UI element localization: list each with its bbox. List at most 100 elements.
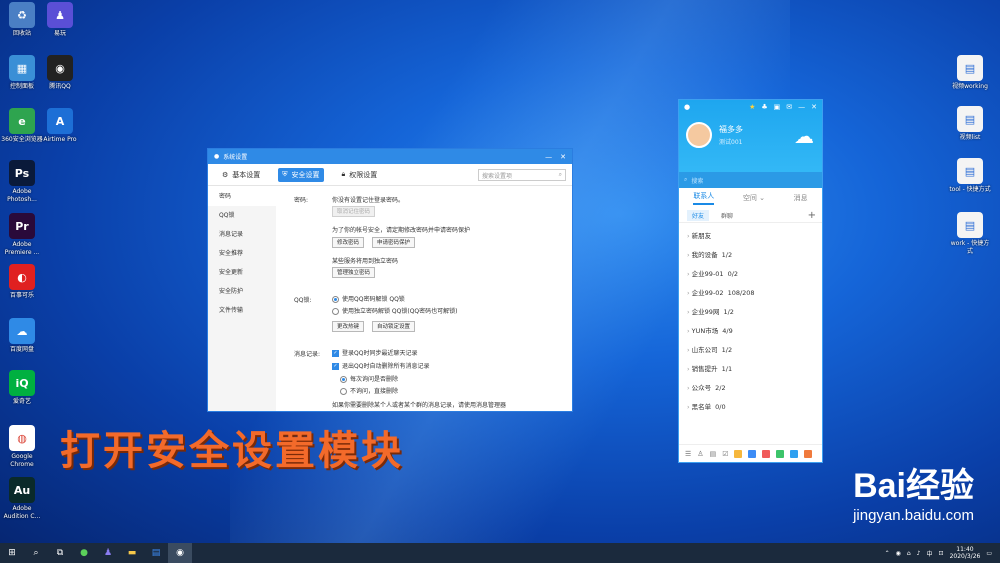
volume-icon[interactable]: ♪ <box>917 550 921 557</box>
contact-group[interactable]: › 黑名单 0/0 <box>679 398 822 417</box>
baidu-watermark: Bai经验 jingyan.baidu.com <box>853 458 974 524</box>
contact-group[interactable]: › 企业99-01 0/2 <box>679 265 822 284</box>
change-hotkey-button[interactable]: 更改热键 <box>332 321 365 332</box>
app-tile-icon[interactable] <box>762 449 771 458</box>
sidebar-item-qqlock[interactable]: QQ锁 <box>208 206 276 225</box>
close-button[interactable]: ✕ <box>560 153 566 161</box>
minimize-button[interactable]: — <box>545 153 552 161</box>
tab-space[interactable]: 空间 ⌄ <box>743 193 765 203</box>
task-view-icon[interactable]: ⧉ <box>48 543 72 563</box>
network-icon[interactable]: ⌂ <box>907 550 911 557</box>
tab-basic[interactable]: ⚙ 基本设置 <box>218 168 264 182</box>
contact-group[interactable]: › 新朋友 <box>679 227 822 246</box>
taskbar-qq-icon[interactable]: ◉ <box>168 543 192 563</box>
contact-group[interactable]: › 企业99-02 108/208 <box>679 284 822 303</box>
taskbar-app-360-icon[interactable]: ● <box>72 543 96 563</box>
contact-group[interactable]: › 企业99网 1/2 <box>679 303 822 322</box>
desktop-icon[interactable]: Ps Adobe Photosh... <box>0 160 44 204</box>
desktop-shortcut[interactable]: ▤ tool - 快捷方式 <box>948 158 992 194</box>
group-name: 我的设备 <box>691 251 718 259</box>
subtab-groups[interactable]: 群聊 <box>721 211 733 220</box>
msg-sub-1[interactable]: 每次询问是否删除 <box>340 374 398 383</box>
folder-icon[interactable]: ▤ <box>710 450 717 458</box>
msg-option-1[interactable]: ✓ 登录QQ时同步最近聊天记录 <box>332 348 417 357</box>
app-icon: ◍ <box>9 425 35 451</box>
lock-label: QQ锁: <box>294 297 312 304</box>
search-icon[interactable]: ⌕ <box>24 543 48 563</box>
start-button[interactable]: ⊞ <box>0 543 24 563</box>
subtab-friends[interactable]: 好友 <box>687 209 710 221</box>
avatar[interactable] <box>686 122 712 148</box>
app-tile-icon[interactable] <box>804 449 813 458</box>
sidebar-item-history[interactable]: 消息记录 <box>208 225 276 244</box>
cancel-remember-button[interactable]: 取消记住密码 <box>332 206 376 217</box>
weather-cloud-icon[interactable]: ☁ <box>794 124 814 148</box>
sidebar-item-file[interactable]: 文件传输 <box>208 301 276 320</box>
apply-protect-button[interactable]: 申请密码保护 <box>372 237 416 248</box>
tab-permission[interactable]: 🔒︎ 权限设置 <box>338 168 382 182</box>
contact-group[interactable]: › 山东公司 1/2 <box>679 341 822 360</box>
add-icon[interactable]: + <box>808 210 816 221</box>
desktop-icon[interactable]: ◐ 百事可乐 <box>0 264 44 300</box>
msg-sub-2[interactable]: 不询问，直接删除 <box>340 386 398 395</box>
group-count: 4/9 <box>722 327 733 335</box>
tab-contacts[interactable]: 联系人 <box>693 191 715 205</box>
contacts-icon[interactable]: ♙ <box>697 450 703 458</box>
clock[interactable]: 11:40 2020/3/26 <box>950 546 981 560</box>
contact-group[interactable]: › 我的设备 1/2 <box>679 246 822 265</box>
desktop-icon[interactable]: A Airtime Pro <box>38 108 82 144</box>
desktop-icon[interactable]: ◍ Google Chrome <box>0 425 44 469</box>
desktop-icon[interactable]: ♟ 易玩 <box>38 2 82 38</box>
contact-group[interactable]: › YUN市场 4/9 <box>679 322 822 341</box>
msg-option-2[interactable]: ✓ 退出QQ时自动删除所有消息记录 <box>332 361 429 370</box>
desktop-icon-label: 视频list <box>959 134 981 141</box>
msg-sub-2-label: 不询问，直接删除 <box>350 388 399 395</box>
qq-tray-icon[interactable]: ◉ <box>896 550 901 557</box>
contact-group[interactable]: › 销售提升 1/1 <box>679 360 822 379</box>
notification-icon[interactable]: ▭ <box>986 550 992 557</box>
minimize-button[interactable]: — <box>798 103 805 111</box>
qq-signature[interactable]: 测试001 <box>719 137 742 146</box>
change-password-button[interactable]: 修改密码 <box>332 237 365 248</box>
desktop-shortcut[interactable]: ▤ 视频working <box>948 55 992 91</box>
app-tile-icon[interactable] <box>748 449 757 458</box>
app-tile-icon[interactable] <box>734 449 743 458</box>
settings-search-input[interactable]: 搜索设置项 ⌕ <box>478 168 566 181</box>
mail-icon[interactable]: ✉ <box>786 103 792 111</box>
contact-group[interactable]: › 公众号 2/2 <box>679 379 822 398</box>
desktop-icon[interactable]: ◉ 腾讯QQ <box>38 55 82 91</box>
close-button[interactable]: ✕ <box>811 103 817 111</box>
menu-icon[interactable]: ☰ <box>685 450 691 458</box>
star-icon[interactable]: ★ <box>749 103 755 111</box>
sidebar-item-protection[interactable]: 安全防护 <box>208 282 276 301</box>
lock-option-2[interactable]: 使用独立密码解锁 QQ锁(QQ密码也可解锁) <box>332 306 457 315</box>
input-method[interactable]: 中 <box>927 549 933 558</box>
taskbar-app-icon[interactable]: ▤ <box>144 543 168 563</box>
taskbar-explorer-icon[interactable]: ▬ <box>120 543 144 563</box>
tab-security[interactable]: ⛨ 安全设置 <box>278 167 324 182</box>
qq-search-input[interactable]: ⌕ 搜索 <box>679 172 822 188</box>
tab-messages[interactable]: 消息 <box>794 193 808 203</box>
shirt-icon[interactable]: ♣ <box>761 103 767 111</box>
desktop-icon[interactable]: Pr Adobe Premiere ... <box>0 213 44 257</box>
desktop-shortcut[interactable]: ▤ work - 快捷方式 <box>948 212 992 256</box>
tool-icon[interactable]: ▣ <box>774 103 781 111</box>
sidebar-item-password[interactable]: 密码 <box>208 187 276 206</box>
desktop-icon[interactable]: ☁ 百度网盘 <box>0 318 44 354</box>
desktop-icon[interactable]: Au Adobe Audition C... <box>0 477 44 521</box>
app-icon[interactable]: ☑ <box>722 450 728 458</box>
sidebar-item-update[interactable]: 安全更新 <box>208 263 276 282</box>
desktop-icon[interactable]: iQ 爱奇艺 <box>0 370 44 406</box>
chevron-up-icon[interactable]: ⌃ <box>885 550 890 557</box>
auto-lock-button[interactable]: 自动锁定设置 <box>372 321 416 332</box>
manage-independent-button[interactable]: 管理独立密码 <box>332 267 376 278</box>
app-tile-icon[interactable] <box>776 449 785 458</box>
app-tile-icon[interactable] <box>790 449 799 458</box>
lock-option-1[interactable]: 使用QQ密码解锁 QQ锁 <box>332 294 405 303</box>
tab-security-label: 安全设置 <box>291 170 320 179</box>
taskbar-app-yiwan-icon[interactable]: ♟ <box>96 543 120 563</box>
qq-nickname: 福多多 <box>719 125 743 134</box>
sidebar-item-recommend[interactable]: 安全推荐 <box>208 244 276 263</box>
ime-icon[interactable]: ⊡ <box>939 550 944 557</box>
desktop-shortcut[interactable]: ▤ 视频list <box>948 106 992 142</box>
